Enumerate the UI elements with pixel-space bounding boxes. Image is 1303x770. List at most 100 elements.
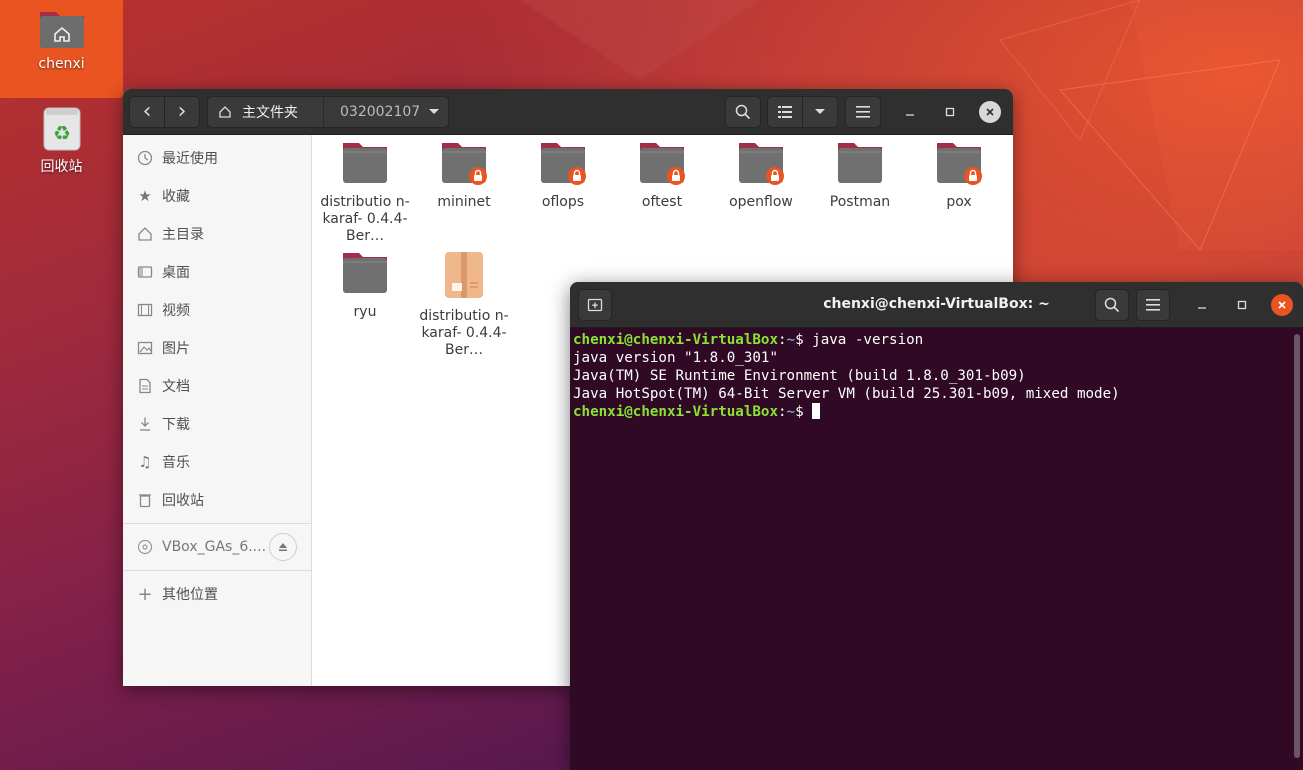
breadcrumb: 主文件夹 032002107 (207, 96, 449, 128)
video-icon (137, 302, 153, 318)
download-icon (137, 416, 153, 432)
lock-icon (766, 167, 784, 185)
file-name: oftest (641, 194, 683, 210)
sidebar-item-other-locations[interactable]: + 其他位置 (123, 575, 311, 613)
sidebar-item-pictures[interactable]: 图片 (123, 329, 311, 367)
sidebar-item-trash[interactable]: 回收站 (123, 481, 311, 519)
menu-button[interactable] (845, 96, 881, 128)
sidebar-item-recent[interactable]: 最近使用 (123, 139, 311, 177)
sidebar-divider (123, 570, 311, 571)
hamburger-icon (856, 106, 870, 118)
search-icon (735, 104, 751, 120)
forward-button[interactable]: › (164, 96, 200, 128)
close-button[interactable] (979, 101, 1001, 123)
file-name: distributio n-karaf- 0.4.4-Ber… (320, 194, 410, 244)
sidebar: 最近使用 ★ 收藏 主目录 桌面 视频 图片 文档 下载 ♫ 音乐 回收站 VB… (123, 135, 312, 686)
terminal-search-button[interactable] (1095, 289, 1129, 321)
sidebar-item-label: 桌面 (162, 265, 190, 281)
folder-item[interactable]: mininet (418, 141, 510, 211)
minimize-button[interactable] (900, 102, 920, 122)
terminal-maximize-button[interactable] (1232, 295, 1252, 315)
list-view-icon (778, 106, 792, 118)
terminal-menu-button[interactable] (1136, 289, 1170, 321)
folder-icon (343, 143, 387, 183)
minimize-icon (906, 114, 914, 116)
folder-icon (343, 253, 387, 293)
sidebar-item-device[interactable]: VBox_GAs_6.... (123, 528, 311, 566)
terminal-output-line: Java(TM) SE Runtime Environment (build 1… (573, 368, 1026, 384)
desktop-icon-label: chenxi (38, 56, 85, 72)
folder-item[interactable]: openflow (715, 141, 807, 211)
chevron-right-icon: › (177, 99, 187, 124)
file-name: ryu (353, 304, 377, 320)
sidebar-divider (123, 523, 311, 524)
sidebar-item-label: 音乐 (162, 455, 190, 471)
chevron-down-icon (815, 109, 825, 114)
terminal-close-button[interactable] (1271, 294, 1293, 316)
breadcrumb-current-label: 032002107 (340, 104, 421, 120)
terminal-output-line: Java HotSpot(TM) 64-Bit Server VM (build… (573, 386, 1120, 402)
sidebar-item-label: VBox_GAs_6.... (162, 539, 267, 555)
star-icon: ★ (138, 187, 152, 205)
document-icon (137, 378, 153, 394)
search-icon (1104, 297, 1120, 313)
sidebar-item-label: 文档 (162, 379, 190, 395)
sidebar-item-label: 收藏 (162, 189, 190, 205)
file-name: mininet (437, 194, 491, 210)
maximize-icon (945, 107, 955, 117)
desktop-home-folder[interactable]: chenxi (0, 0, 123, 98)
recent-icon (137, 150, 153, 166)
terminal-output[interactable]: chenxi@chenxi-VirtualBox:~$ java -versio… (570, 328, 1303, 424)
folder-item[interactable]: ryu (319, 251, 411, 321)
picture-icon (137, 340, 153, 356)
terminal-headerbar: chenxi@chenxi-VirtualBox: ~ (570, 282, 1303, 328)
prompt-path: ~ (786, 332, 796, 348)
terminal-output-line: java version "1.8.0_301" (573, 350, 778, 366)
search-button[interactable] (725, 96, 761, 128)
breadcrumb-current[interactable]: 032002107 (324, 97, 448, 127)
terminal-scrollbar[interactable] (1294, 334, 1300, 758)
lock-icon (964, 167, 982, 185)
sidebar-item-starred[interactable]: ★ 收藏 (123, 177, 311, 215)
folder-icon (442, 143, 487, 185)
folder-icon (640, 143, 685, 185)
file-name: Postman (829, 194, 891, 210)
svg-text:♻: ♻ (53, 121, 71, 145)
folder-item[interactable]: oftest (616, 141, 708, 211)
view-options-button[interactable] (802, 96, 838, 128)
view-list-button[interactable] (767, 96, 803, 128)
desktop-icon (137, 264, 153, 280)
prompt-path: ~ (786, 404, 796, 420)
eject-button[interactable] (269, 533, 297, 561)
file-name: pox (946, 194, 972, 210)
terminal-minimize-button[interactable] (1192, 295, 1212, 315)
file-name: openflow (729, 194, 793, 210)
maximize-button[interactable] (940, 102, 960, 122)
maximize-icon (1237, 300, 1247, 310)
desktop-trash[interactable]: ♻ 回收站 (0, 106, 123, 182)
sidebar-item-label: 主目录 (162, 227, 204, 243)
sidebar-item-label: 下载 (162, 417, 190, 433)
sidebar-item-desktop[interactable]: 桌面 (123, 253, 311, 291)
folder-item[interactable]: Postman (814, 141, 906, 211)
close-icon (986, 108, 994, 116)
sidebar-item-documents[interactable]: 文档 (123, 367, 311, 405)
sidebar-item-downloads[interactable]: 下载 (123, 405, 311, 443)
sidebar-item-music[interactable]: ♫ 音乐 (123, 443, 311, 481)
folder-item[interactable]: oflops (517, 141, 609, 211)
sidebar-item-home[interactable]: 主目录 (123, 215, 311, 253)
folder-item[interactable]: pox (913, 141, 1005, 211)
sidebar-item-videos[interactable]: 视频 (123, 291, 311, 329)
desktop-icon-label: 回收站 (40, 159, 83, 175)
prompt-user: chenxi@chenxi-VirtualBox (573, 404, 778, 420)
lock-icon (469, 167, 487, 185)
home-icon (219, 106, 231, 118)
file-item[interactable]: distributio n-karaf- 0.4.4-Ber… (418, 251, 510, 359)
back-button[interactable]: ‹ (129, 96, 165, 128)
folder-item[interactable]: distributio n-karaf- 0.4.4-Ber… (319, 141, 411, 245)
breadcrumb-home-label: 主文件夹 (242, 105, 298, 121)
terminal-window: chenxi@chenxi-VirtualBox: ~ chenxi@chenx… (570, 282, 1303, 770)
trash-icon (137, 492, 153, 508)
breadcrumb-home[interactable]: 主文件夹 (208, 97, 324, 127)
folder-icon (937, 143, 982, 185)
